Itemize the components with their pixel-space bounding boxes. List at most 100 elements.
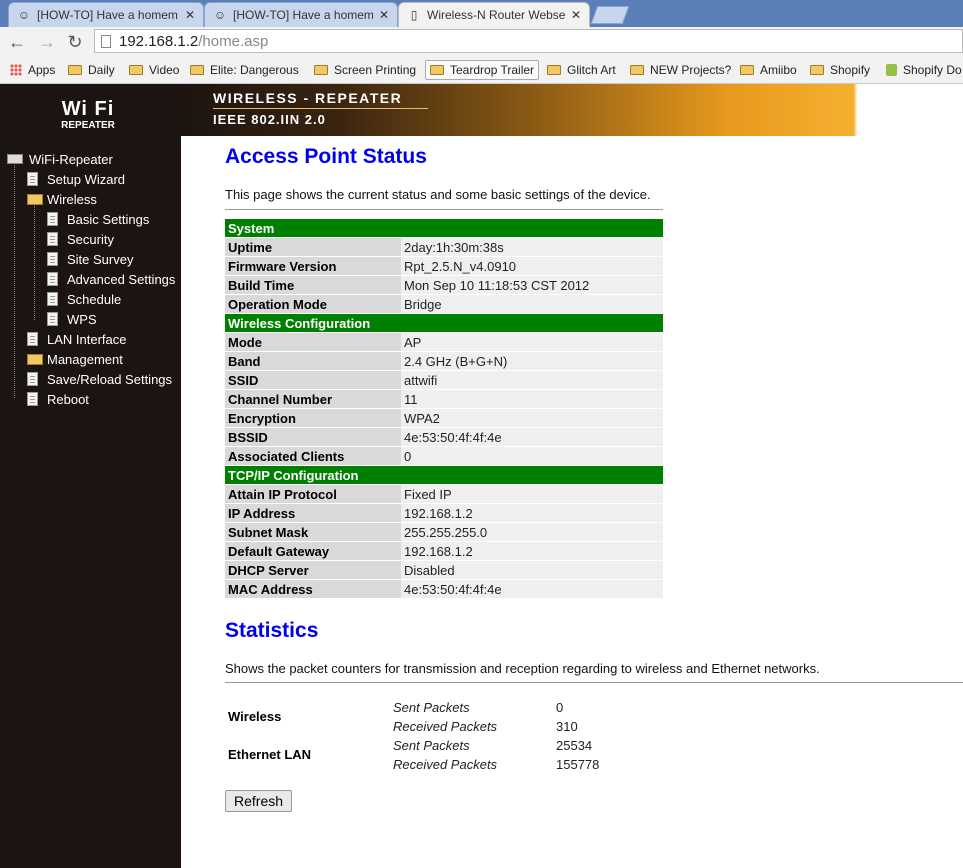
row-label: Uptime <box>225 238 401 256</box>
page-favicon-icon: ▯ <box>410 8 418 22</box>
bookmark-screen-printing[interactable]: Screen Printing <box>310 60 420 80</box>
table-row: Channel Number 11 <box>225 390 663 408</box>
browser-toolbar: ← → ↻ 192.168.1.2/home.asp <box>0 27 963 57</box>
computer-icon <box>7 154 23 164</box>
row-label: Operation Mode <box>225 295 401 313</box>
browser-tab-1[interactable]: ☺ [HOW-TO] Have a homem ✕ <box>8 2 204 27</box>
back-arrow-icon[interactable]: ← <box>6 31 28 53</box>
folder-icon <box>810 65 824 75</box>
section-title: System <box>225 219 663 237</box>
close-tab-icon[interactable]: ✕ <box>571 8 581 22</box>
divider <box>225 209 663 210</box>
bookmark-teardrop-trailer[interactable]: Teardrop Trailer <box>425 60 540 80</box>
table-row: Encryption WPA2 <box>225 409 663 427</box>
folder-icon <box>190 65 204 75</box>
table-row: Default Gateway 192.168.1.2 <box>225 542 663 560</box>
table-row: Attain IP Protocol Fixed IP <box>225 485 663 503</box>
row-value: 2.4 GHz (B+G+N) <box>401 352 663 370</box>
bookmark-label: Elite: Dangerous <box>210 63 299 77</box>
logo-sub-text: REPEATER <box>61 120 115 131</box>
bookmark-video[interactable]: Video <box>125 60 183 80</box>
tree-line <box>34 200 35 320</box>
nav-label: Wireless <box>47 191 97 207</box>
row-value: 4e:53:50:4f:4f:4e <box>401 428 663 446</box>
nav-setup-wizard[interactable]: Setup Wizard <box>27 170 125 188</box>
row-label: Associated Clients <box>225 447 401 465</box>
table-row: Associated Clients 0 <box>225 447 663 465</box>
section-header-tcpip: TCP/IP Configuration <box>225 466 663 484</box>
nav-label: Management <box>47 351 123 367</box>
bookmark-daily[interactable]: Daily <box>64 60 119 80</box>
row-value: 192.168.1.2 <box>401 542 663 560</box>
new-tab-button[interactable] <box>590 6 630 24</box>
nav-save-reload[interactable]: Save/Reload Settings <box>27 370 172 388</box>
shopify-bag-icon <box>886 64 897 76</box>
row-label: Channel Number <box>225 390 401 408</box>
folder-icon <box>630 65 644 75</box>
bookmark-label: Teardrop Trailer <box>450 63 535 77</box>
router-page: Wi Fi REPEATER WiFi-Repeater Setup Wizar… <box>0 84 963 868</box>
nav-schedule[interactable]: Schedule <box>47 290 121 308</box>
nav-security[interactable]: Security <box>47 230 114 248</box>
close-tab-icon[interactable]: ✕ <box>185 8 195 22</box>
row-label: SSID <box>225 371 401 389</box>
folder-icon <box>129 65 143 75</box>
nav-reboot[interactable]: Reboot <box>27 390 89 408</box>
banner-subtitle: IEEE 802.IIN 2.0 <box>213 112 326 127</box>
folder-icon <box>68 65 82 75</box>
bookmark-elite-dangerous[interactable]: Elite: Dangerous <box>186 60 303 80</box>
bookmark-shopify[interactable]: Shopify <box>806 60 874 80</box>
row-label: Build Time <box>225 276 401 294</box>
document-icon <box>27 372 38 386</box>
row-label: Encryption <box>225 409 401 427</box>
bookmark-glitch-art[interactable]: Glitch Art <box>543 60 620 80</box>
bookmark-label: Video <box>149 63 180 77</box>
document-icon <box>27 392 38 406</box>
table-row: Build Time Mon Sep 10 11:18:53 CST 2012 <box>225 276 663 294</box>
url-host: 192.168.1.2 <box>119 32 199 50</box>
refresh-button[interactable]: Refresh <box>225 790 293 812</box>
nav-advanced-settings[interactable]: Advanced Settings <box>47 270 175 288</box>
row-label: Firmware Version <box>225 257 401 275</box>
status-table: System Uptime 2day:1h:30m:38s Firmware Ve… <box>225 218 663 599</box>
bookmark-apps[interactable]: Apps <box>6 60 59 80</box>
nav-lan-interface[interactable]: LAN Interface <box>27 330 127 348</box>
open-folder-icon <box>27 193 43 205</box>
row-value: AP <box>401 333 663 351</box>
row-value: Disabled <box>401 561 663 579</box>
nav-wps[interactable]: WPS <box>47 310 97 328</box>
document-icon <box>47 272 58 286</box>
row-value: 192.168.1.2 <box>401 504 663 522</box>
browser-tab-2[interactable]: ☺ [HOW-TO] Have a homem ✕ <box>204 2 398 27</box>
nav-root[interactable]: WiFi-Repeater <box>7 150 113 168</box>
table-row: MAC Address 4e:53:50:4f:4f:4e <box>225 580 663 598</box>
reload-icon[interactable]: ↻ <box>64 31 86 53</box>
tab-strip: ☺ [HOW-TO] Have a homem ✕ ☺ [HOW-TO] Hav… <box>0 0 963 27</box>
forward-arrow-icon[interactable]: → <box>36 31 58 53</box>
nav-site-survey[interactable]: Site Survey <box>47 250 133 268</box>
browser-tab-3[interactable]: ▯ Wireless-N Router Webse ✕ <box>398 2 590 27</box>
stat-value: 310 <box>556 718 578 734</box>
bookmark-label: Amiibo <box>760 63 797 77</box>
stat-value: 155778 <box>556 756 600 772</box>
bookmark-amiibo[interactable]: Amiibo <box>736 60 801 80</box>
row-value: Fixed IP <box>401 485 663 503</box>
row-value: Rpt_2.5.N_v4.0910 <box>401 257 663 275</box>
bookmark-label: Glitch Art <box>567 63 616 77</box>
bookmark-label: NEW Projects? <box>650 63 732 77</box>
nav-management[interactable]: Management <box>27 350 123 368</box>
logo-wifi-text: Wi Fi <box>61 98 115 120</box>
row-label: Mode <box>225 333 401 351</box>
address-bar[interactable]: 192.168.1.2/home.asp <box>94 29 963 53</box>
bookmark-shopify-do[interactable]: Shopify Do <box>882 60 963 80</box>
nav-label: Basic Settings <box>67 211 150 227</box>
nav-wireless[interactable]: Wireless <box>27 190 97 208</box>
nav-label: WiFi-Repeater <box>29 151 113 167</box>
folder-icon <box>314 65 328 75</box>
stats-row: Received Packets 155778 <box>225 755 963 773</box>
nav-basic-settings[interactable]: Basic Settings <box>47 210 149 228</box>
url-path: /home.asp <box>198 32 269 50</box>
close-tab-icon[interactable]: ✕ <box>379 8 389 22</box>
row-value: Bridge <box>401 295 663 313</box>
bookmark-new-projects[interactable]: NEW Projects? <box>626 60 735 80</box>
